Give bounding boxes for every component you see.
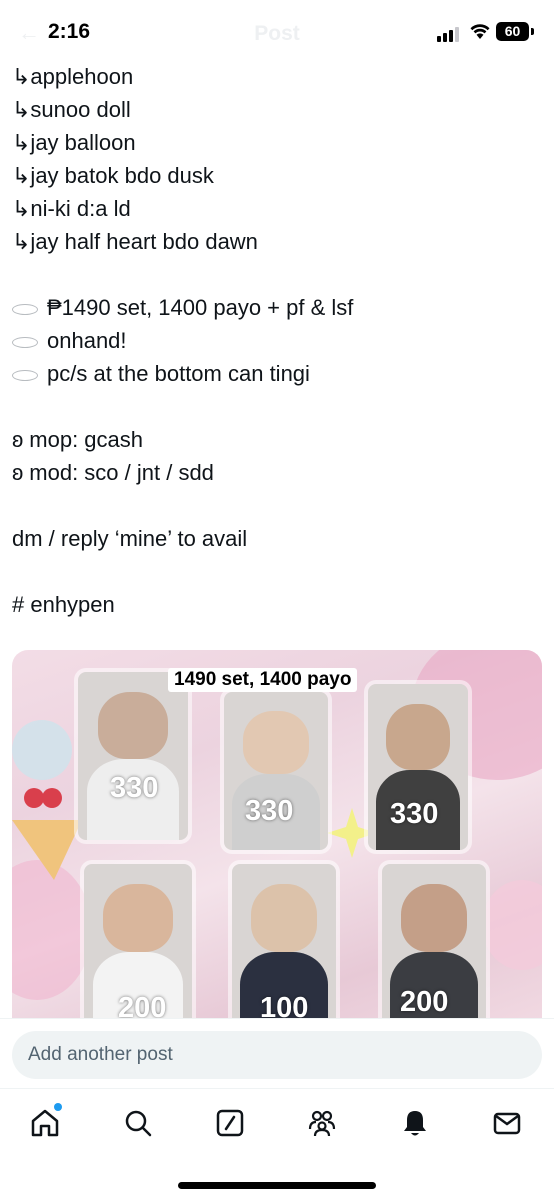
price-label: 330 — [390, 798, 439, 830]
item-line: ↳sunoo doll — [12, 97, 131, 122]
reply-bar: Add another post — [0, 1018, 554, 1089]
price-label: 100 — [260, 992, 309, 1020]
notifications-icon[interactable] — [399, 1107, 431, 1139]
battery-icon: 60 — [496, 22, 529, 41]
price-label: 330 — [245, 795, 294, 827]
avail-line: dm / reply ‘mine’ to avail — [12, 526, 248, 551]
messages-icon[interactable] — [491, 1107, 523, 1139]
wifi-icon — [470, 24, 490, 39]
item-line: ↳ni-ki d:a ld — [12, 196, 131, 221]
bullet-icon — [12, 303, 38, 315]
home-notification-dot — [54, 1103, 62, 1111]
add-post-placeholder: Add another post — [28, 1044, 173, 1065]
tingi-line: pc/s at the bottom can tingi — [12, 357, 542, 390]
item-line: ↳jay balloon — [12, 130, 136, 155]
status-time: 2:16 — [48, 20, 91, 43]
price-label: 330 — [110, 772, 159, 804]
bullet-icon — [12, 369, 38, 381]
home-icon[interactable] — [29, 1107, 61, 1139]
photocard — [78, 672, 188, 840]
communities-icon[interactable] — [306, 1107, 338, 1139]
price-label: 200 — [400, 986, 449, 1018]
item-line: ↳jay batok bdo dusk — [12, 163, 214, 188]
grok-icon[interactable] — [214, 1107, 246, 1139]
cellular-signal-icon — [437, 26, 463, 42]
onhand-line: onhand! — [12, 324, 542, 357]
mod-line: ʚ mod: sco / jnt / sdd — [12, 460, 214, 485]
price-label: 200 — [118, 992, 167, 1020]
price-line: ₱1490 set, 1400 payo + pf & lsf — [12, 291, 542, 324]
tweet-photo[interactable]: 1490 set, 1400 payo 330 330 330 200 100 … — [12, 650, 542, 1020]
mop-line: ʚ mop: gcash — [12, 427, 144, 452]
status-bar: ← Post 2:16 60 — [0, 0, 554, 66]
battery-tip — [531, 28, 534, 35]
home-indicator — [178, 1182, 376, 1189]
item-line: ↳jay half heart bdo dawn — [12, 229, 258, 254]
search-icon[interactable] — [122, 1107, 154, 1139]
bullet-icon — [12, 336, 38, 348]
item-line: ↳applehoon — [12, 64, 134, 89]
hashtag-line: # enhypen — [12, 592, 115, 617]
add-post-input[interactable]: Add another post — [12, 1031, 542, 1079]
tweet-text: ↳applehoon ↳sunoo doll ↳jay balloon ↳jay… — [12, 60, 542, 621]
photo-label: 1490 set, 1400 payo — [168, 668, 358, 692]
